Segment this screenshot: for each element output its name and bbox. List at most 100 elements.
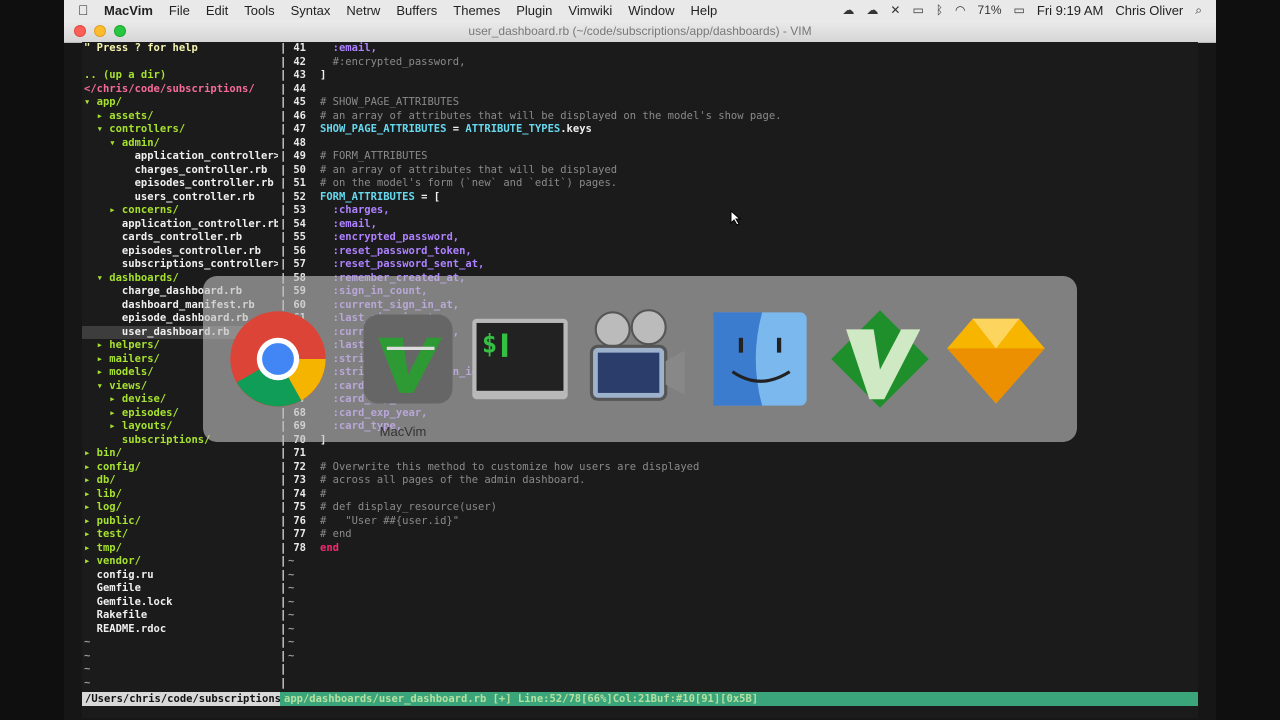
tools-icon[interactable]: ✕ <box>890 3 900 17</box>
tree-entry[interactable]: ▾ controllers/ <box>82 123 278 137</box>
tree-entry[interactable]: episodes_controller.rb <box>82 245 278 259</box>
code-line[interactable]: 55 :encrypted_password, <box>288 231 1198 245</box>
code-token: :reset_password_sent_at, <box>332 258 485 270</box>
tree-entry[interactable]: application_controller> <box>82 150 278 164</box>
chrome-icon[interactable] <box>225 306 331 412</box>
line-number: 49 <box>293 150 306 162</box>
tree-entry[interactable]: ▸ lib/ <box>82 488 278 502</box>
menu-edit[interactable]: Edit <box>206 3 228 18</box>
code-token: # "User ##{user.id}" <box>320 514 460 527</box>
tree-entry[interactable]: charges_controller.rb <box>82 164 278 178</box>
code-line[interactable]: 73 # across all pages of the admin dashbo… <box>288 474 1198 488</box>
tree-entry[interactable]: config.ru <box>82 569 278 583</box>
tree-entry[interactable]: ▸ db/ <box>82 474 278 488</box>
code-line[interactable]: 48 <box>288 137 1198 151</box>
code-line[interactable]: 71 <box>288 447 1198 461</box>
creative-cloud-icon[interactable]: ☁ <box>866 3 878 17</box>
menu-themes[interactable]: Themes <box>453 3 500 18</box>
battery-icon[interactable]: ▭ <box>1014 3 1025 17</box>
code-line[interactable]: 54 :email, <box>288 218 1198 232</box>
code-line[interactable]: 46 # an array of attributes that will be … <box>288 110 1198 124</box>
tree-entry[interactable]: .. (up a dir) <box>82 69 278 83</box>
battery-percent[interactable]: 71% <box>978 3 1002 17</box>
code-line[interactable]: 43] <box>288 69 1198 83</box>
code-line[interactable]: 52 FORM_ATTRIBUTES = [ <box>288 191 1198 205</box>
tree-entry[interactable]: Rakefile <box>82 609 278 623</box>
terminal-icon[interactable]: $ <box>467 306 573 412</box>
code-line[interactable]: 51 # on the model's form (`new` and `edit… <box>288 177 1198 191</box>
vim-icon[interactable] <box>827 306 933 412</box>
minimize-button[interactable] <box>94 25 106 37</box>
line-number: 46 <box>293 109 306 122</box>
code-line[interactable]: 42 #:encrypted_password, <box>288 56 1198 70</box>
tree-entry[interactable]: ▸ tmp/ <box>82 542 278 556</box>
sketch-icon[interactable] <box>943 306 1049 412</box>
menu-file[interactable]: File <box>169 3 190 18</box>
tree-entry[interactable]: ▸ public/ <box>82 515 278 529</box>
tree-entry[interactable]: ▸ assets/ <box>82 110 278 124</box>
code-line[interactable]: 45 # SHOW_PAGE_ATTRIBUTES <box>288 96 1198 110</box>
tree-entry[interactable] <box>82 56 278 70</box>
tree-entry[interactable]: ▸ vendor/ <box>82 555 278 569</box>
code-line[interactable]: 75 # def display_resource(user) <box>288 501 1198 515</box>
code-line[interactable]: 47 SHOW_PAGE_ATTRIBUTES = ATTRIBUTE_TYPES… <box>288 123 1198 137</box>
code-line[interactable]: 76 # "User ##{user.id}" <box>288 515 1198 529</box>
tree-entry[interactable]: episodes_controller.rb <box>82 177 278 191</box>
code-line[interactable]: 53 :charges, <box>288 204 1198 218</box>
code-line[interactable]: 44 <box>288 83 1198 97</box>
tree-entry[interactable]: ▾ app/ <box>82 96 278 110</box>
menu-window[interactable]: Window <box>628 3 674 18</box>
menu-help[interactable]: Help <box>690 3 717 18</box>
menu-buffers[interactable]: Buffers <box>396 3 437 18</box>
cloud-icon[interactable]: ☁ <box>842 3 854 17</box>
tree-entry[interactable]: ▸ log/ <box>82 501 278 515</box>
bluetooth-icon[interactable]: ᛒ <box>936 3 943 17</box>
tree-entry[interactable]: ▸ test/ <box>82 528 278 542</box>
code-token: :email, <box>332 42 377 54</box>
code-line[interactable]: 77 # end <box>288 528 1198 542</box>
menu-plugin[interactable]: Plugin <box>516 3 552 18</box>
apple-icon[interactable]:  <box>78 2 104 18</box>
macvim-icon[interactable] <box>355 306 461 412</box>
tree-entry[interactable]: subscriptions_controller> <box>82 258 278 272</box>
tree-entry[interactable]: Gemfile.lock <box>82 596 278 610</box>
tree-entry[interactable]: ▸ config/ <box>82 461 278 475</box>
spotlight-icon[interactable]: ⌕ <box>1195 3 1202 18</box>
screenflow-icon[interactable] <box>583 306 689 412</box>
tree-entry[interactable]: users_controller.rb <box>82 191 278 205</box>
menu-tools[interactable]: Tools <box>244 3 274 18</box>
line-number: 48 <box>293 136 306 149</box>
code-line[interactable]: 78 end <box>288 542 1198 556</box>
tree-entry[interactable]: ▾ admin/ <box>82 137 278 151</box>
tree-entry[interactable]: Gemfile <box>82 582 278 596</box>
tree-entry[interactable]: </chris/code/subscriptions/ <box>82 83 278 97</box>
tree-entry[interactable]: ▸ concerns/ <box>82 204 278 218</box>
code-line[interactable]: 49 # FORM_ATTRIBUTES <box>288 150 1198 164</box>
menu-vimwiki[interactable]: Vimwiki <box>568 3 612 18</box>
tree-entry[interactable]: README.rdoc <box>82 623 278 637</box>
code-line[interactable]: 41 :email, <box>288 42 1198 56</box>
zoom-button[interactable] <box>114 25 126 37</box>
menu-user[interactable]: Chris Oliver <box>1115 3 1183 18</box>
wifi-icon[interactable]: ◠ <box>955 3 965 17</box>
code-line[interactable]: 57 :reset_password_sent_at, <box>288 258 1198 272</box>
menu-clock[interactable]: Fri 9:19 AM <box>1037 3 1103 18</box>
menu-app-name[interactable]: MacVim <box>104 3 153 18</box>
airplay-icon[interactable]: ▭ <box>912 3 923 17</box>
tree-entry[interactable]: application_controller.rb <box>82 218 278 232</box>
tree-entry[interactable]: cards_controller.rb <box>82 231 278 245</box>
code-token: ATTRIBUTE_TYPES <box>465 123 561 135</box>
code-line[interactable]: 56 :reset_password_token, <box>288 245 1198 259</box>
tree-entry[interactable]: " Press ? for help <box>82 42 278 56</box>
close-button[interactable] <box>74 25 86 37</box>
menu-netrw[interactable]: Netrw <box>346 3 380 18</box>
code-line[interactable]: 72 # Overwrite this method to customize h… <box>288 461 1198 475</box>
window-titlebar[interactable]: user_dashboard.rb (~/code/subscriptions/… <box>64 20 1216 43</box>
finder-icon[interactable] <box>707 306 813 412</box>
tree-entry[interactable]: ▸ bin/ <box>82 447 278 461</box>
menu-syntax[interactable]: Syntax <box>291 3 331 18</box>
code-line[interactable]: 74 # <box>288 488 1198 502</box>
code-line[interactable]: 50 # an array of attributes that will be … <box>288 164 1198 178</box>
code-token: = <box>446 123 466 135</box>
